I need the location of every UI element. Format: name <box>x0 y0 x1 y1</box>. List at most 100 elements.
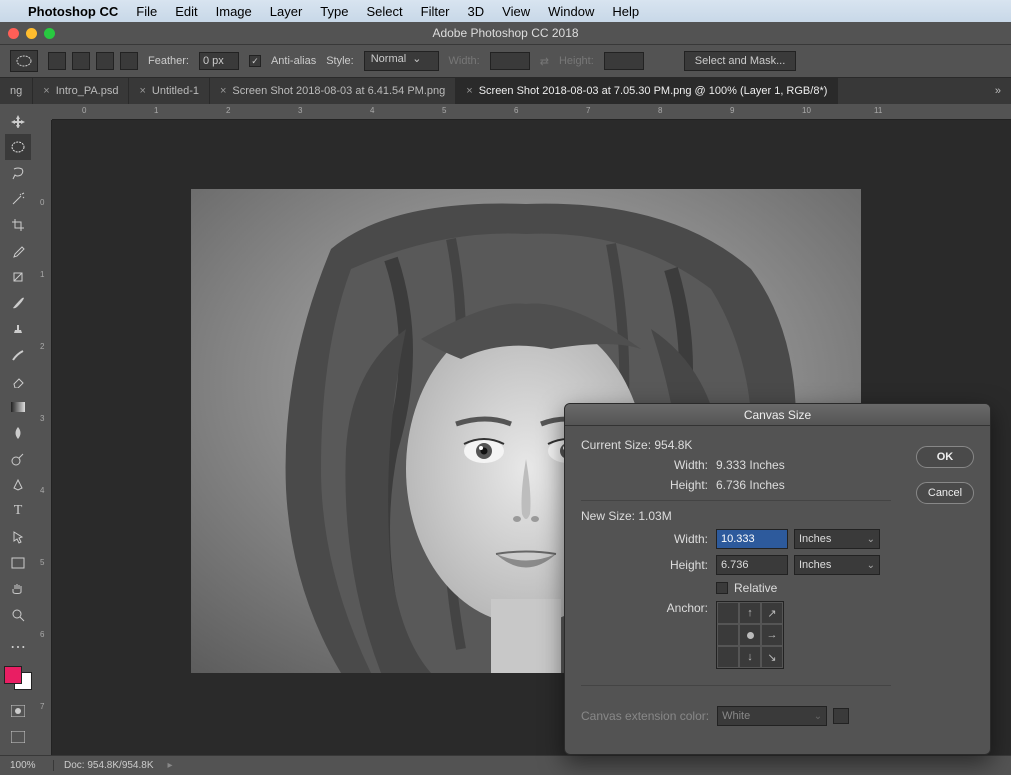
close-tab-icon[interactable]: × <box>466 85 472 97</box>
anchor-grid[interactable]: ↑ ↗ → ↓ ↘ <box>716 601 784 669</box>
width-input <box>490 52 530 70</box>
blur-tool-icon[interactable] <box>5 420 31 446</box>
anchor-label: Anchor: <box>581 601 716 615</box>
antialias-checkbox[interactable]: ✓ <box>249 55 261 67</box>
doc-info[interactable]: Doc: 954.8K/954.8K <box>54 760 164 771</box>
extension-color-select: White <box>717 706 827 726</box>
anchor-e[interactable]: → <box>761 624 783 646</box>
maximize-icon[interactable] <box>44 28 55 39</box>
path-selection-tool-icon[interactable] <box>5 524 31 550</box>
zoom-tool-icon[interactable] <box>5 602 31 628</box>
style-select[interactable]: Normal ⌄ <box>364 51 439 71</box>
new-height-label: Height: <box>581 558 716 572</box>
menu-filter[interactable]: Filter <box>421 4 450 19</box>
anchor-ne[interactable]: ↗ <box>761 602 783 624</box>
anchor-s[interactable]: ↓ <box>739 646 761 668</box>
cur-width-label: Width: <box>581 458 716 472</box>
menu-select[interactable]: Select <box>366 4 402 19</box>
color-swatch[interactable] <box>4 666 32 690</box>
minimize-icon[interactable] <box>26 28 37 39</box>
selection-mode-icons[interactable] <box>48 52 138 70</box>
close-tab-icon[interactable]: × <box>220 85 226 97</box>
ruler-vertical[interactable]: 0 1 2 3 4 5 6 7 <box>36 120 52 755</box>
anchor-sw[interactable] <box>717 646 739 668</box>
anchor-se[interactable]: ↘ <box>761 646 783 668</box>
menu-type[interactable]: Type <box>320 4 348 19</box>
cur-width-value: 9.333 Inches <box>716 458 785 472</box>
new-width-input[interactable] <box>716 529 788 549</box>
doc-tab-2[interactable]: ×Untitled-1 <box>129 78 210 104</box>
width-unit-select[interactable]: Inches <box>794 529 880 549</box>
magic-wand-tool-icon[interactable] <box>5 186 31 212</box>
style-label: Style: <box>326 55 354 67</box>
zoom-level[interactable]: 100% <box>4 760 54 771</box>
gradient-tool-icon[interactable] <box>5 394 31 420</box>
clone-stamp-tool-icon[interactable] <box>5 316 31 342</box>
relative-label: Relative <box>734 581 777 595</box>
canvas-size-dialog: Canvas Size OK Cancel Current Size: 954.… <box>564 403 991 755</box>
tabs-overflow-icon[interactable]: » <box>985 78 1011 104</box>
menu-layer[interactable]: Layer <box>270 4 303 19</box>
options-bar: Feather: ✓ Anti-alias Style: Normal ⌄ Wi… <box>0 44 1011 78</box>
doc-tab-1[interactable]: ×Intro_PA.psd <box>33 78 129 104</box>
shape-tool-icon[interactable] <box>5 550 31 576</box>
cancel-button[interactable]: Cancel <box>916 482 974 504</box>
current-tool-icon[interactable] <box>10 50 38 72</box>
new-width-label: Width: <box>581 532 716 546</box>
menu-edit[interactable]: Edit <box>175 4 197 19</box>
close-tab-icon[interactable]: × <box>139 85 145 97</box>
close-icon[interactable] <box>8 28 19 39</box>
eyedropper-tool-icon[interactable] <box>5 238 31 264</box>
anchor-n[interactable]: ↑ <box>739 602 761 624</box>
extension-color-label: Canvas extension color: <box>581 709 709 723</box>
tools-panel: T ⋯ <box>0 104 36 755</box>
ok-button[interactable]: OK <box>916 446 974 468</box>
dialog-title: Canvas Size <box>565 404 990 426</box>
menu-3d[interactable]: 3D <box>468 4 485 19</box>
window-title: Adobe Photoshop CC 2018 <box>432 26 578 40</box>
brush-tool-icon[interactable] <box>5 290 31 316</box>
healing-brush-tool-icon[interactable] <box>5 264 31 290</box>
height-unit-select[interactable]: Inches <box>794 555 880 575</box>
height-label: Height: <box>559 55 594 67</box>
marquee-tool-icon[interactable] <box>5 134 31 160</box>
cur-height-label: Height: <box>581 478 716 492</box>
dodge-tool-icon[interactable] <box>5 446 31 472</box>
extension-color-swatch <box>833 708 849 724</box>
foreground-color[interactable] <box>4 666 22 684</box>
menu-file[interactable]: File <box>136 4 157 19</box>
new-height-input[interactable] <box>716 555 788 575</box>
feather-input[interactable] <box>199 52 239 70</box>
eraser-tool-icon[interactable] <box>5 368 31 394</box>
doc-tab-0[interactable]: ng <box>0 78 33 104</box>
hand-tool-icon[interactable] <box>5 576 31 602</box>
menu-view[interactable]: View <box>502 4 530 19</box>
doc-info-chevron-icon[interactable]: ▸ <box>168 760 173 771</box>
anchor-w[interactable] <box>717 624 739 646</box>
feather-label: Feather: <box>148 55 189 67</box>
close-tab-icon[interactable]: × <box>43 85 49 97</box>
crop-tool-icon[interactable] <box>5 212 31 238</box>
relative-checkbox[interactable] <box>716 582 728 594</box>
menu-window[interactable]: Window <box>548 4 594 19</box>
anchor-center[interactable] <box>739 624 761 646</box>
pen-tool-icon[interactable] <box>5 472 31 498</box>
anchor-nw[interactable] <box>717 602 739 624</box>
current-size-label: Current Size: 954.8K <box>581 438 891 452</box>
type-tool-icon[interactable]: T <box>5 498 31 524</box>
ruler-horizontal[interactable]: 0 1 2 3 4 5 6 7 8 9 10 11 <box>52 104 1011 120</box>
move-tool-icon[interactable] <box>5 108 31 134</box>
doc-tab-3[interactable]: ×Screen Shot 2018-08-03 at 6.41.54 PM.pn… <box>210 78 456 104</box>
quick-mask-icon[interactable] <box>5 698 31 724</box>
ruler-origin[interactable] <box>36 104 52 120</box>
menu-help[interactable]: Help <box>612 4 639 19</box>
app-name[interactable]: Photoshop CC <box>28 4 118 19</box>
document-tabs: ng ×Intro_PA.psd ×Untitled-1 ×Screen Sho… <box>0 78 1011 104</box>
edit-toolbar-icon[interactable]: ⋯ <box>5 634 31 660</box>
screen-mode-icon[interactable] <box>5 724 31 750</box>
lasso-tool-icon[interactable] <box>5 160 31 186</box>
history-brush-tool-icon[interactable] <box>5 342 31 368</box>
select-and-mask-button[interactable]: Select and Mask... <box>684 51 797 71</box>
doc-tab-4[interactable]: ×Screen Shot 2018-08-03 at 7.05.30 PM.pn… <box>456 78 838 104</box>
menu-image[interactable]: Image <box>216 4 252 19</box>
